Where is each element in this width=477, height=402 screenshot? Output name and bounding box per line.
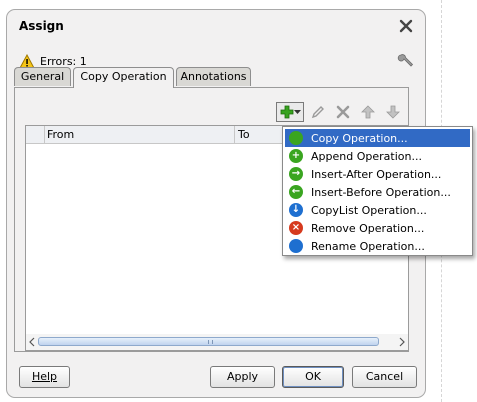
column-from[interactable]: From bbox=[47, 128, 74, 141]
help-button-label: Help bbox=[31, 370, 58, 383]
column-to[interactable]: To bbox=[238, 128, 250, 141]
apply-button-label: Apply bbox=[226, 370, 259, 383]
tab-copy-operation[interactable]: Copy Operation bbox=[73, 67, 174, 88]
x-circle-icon: × bbox=[289, 221, 303, 235]
arrow-left-circle-icon: ← bbox=[289, 185, 303, 199]
green-plus-icon bbox=[280, 105, 293, 119]
menu-item-rename-operation[interactable]: Rename Operation... bbox=[285, 237, 470, 255]
chevron-down-icon bbox=[293, 109, 301, 114]
scrollbar-thumb[interactable] bbox=[38, 337, 379, 346]
menu-item-remove-operation[interactable]: × Remove Operation... bbox=[285, 219, 470, 237]
menu-item-insert-before-operation[interactable]: ← Insert-Before Operation... bbox=[285, 183, 470, 201]
wrench-icon[interactable] bbox=[397, 52, 415, 70]
add-operation-button[interactable] bbox=[276, 102, 304, 122]
menu-item-label: Append Operation... bbox=[311, 149, 422, 163]
menu-item-label: Copy Operation... bbox=[311, 131, 408, 145]
edit-button[interactable] bbox=[307, 102, 329, 122]
menu-item-label: Remove Operation... bbox=[311, 221, 425, 235]
close-icon[interactable] bbox=[398, 18, 414, 34]
add-operation-menu: Copy Operation... + Append Operation... … bbox=[282, 126, 473, 256]
operations-toolbar bbox=[276, 101, 407, 123]
move-up-button[interactable] bbox=[357, 102, 379, 122]
cancel-button-label: Cancel bbox=[365, 370, 404, 383]
scroll-right-icon[interactable] bbox=[397, 337, 407, 347]
menu-item-append-operation[interactable]: + Append Operation... bbox=[285, 147, 470, 165]
column-separator bbox=[234, 126, 235, 143]
tab-annotations[interactable]: Annotations bbox=[176, 67, 251, 86]
column-separator bbox=[44, 126, 45, 143]
menu-item-label: Insert-Before Operation... bbox=[311, 185, 451, 199]
tab-copy-operation-label: Copy Operation bbox=[80, 70, 167, 83]
cancel-button[interactable]: Cancel bbox=[352, 366, 417, 388]
tab-general[interactable]: General bbox=[14, 67, 71, 86]
arrow-right-circle-icon: → bbox=[289, 167, 303, 181]
move-down-button[interactable] bbox=[382, 102, 404, 122]
tab-annotations-label: Annotations bbox=[180, 70, 247, 83]
green-circle-icon bbox=[289, 131, 303, 145]
menu-item-label: Insert-After Operation... bbox=[311, 167, 442, 181]
help-button[interactable]: Help bbox=[19, 366, 70, 388]
tab-general-label: General bbox=[20, 70, 65, 83]
ok-button[interactable]: OK bbox=[282, 366, 344, 388]
blue-circle-icon bbox=[289, 239, 303, 253]
menu-item-copylist-operation[interactable]: ↓ CopyList Operation... bbox=[285, 201, 470, 219]
apply-button[interactable]: Apply bbox=[210, 366, 275, 388]
x-icon bbox=[336, 105, 350, 119]
scroll-left-icon[interactable] bbox=[27, 337, 37, 347]
delete-button[interactable] bbox=[332, 102, 354, 122]
arrow-down-circle-icon: ↓ bbox=[289, 203, 303, 217]
menu-item-insert-after-operation[interactable]: → Insert-After Operation... bbox=[285, 165, 470, 183]
ok-button-label: OK bbox=[305, 370, 321, 383]
scrollbar-grip bbox=[208, 340, 213, 344]
menu-item-label: Rename Operation... bbox=[311, 239, 425, 253]
plus-circle-icon: + bbox=[289, 149, 303, 163]
arrow-up-icon bbox=[361, 105, 375, 119]
dialog-title: Assign bbox=[19, 19, 64, 33]
arrow-down-icon bbox=[386, 105, 400, 119]
horizontal-scrollbar[interactable] bbox=[26, 334, 408, 350]
menu-item-copy-operation[interactable]: Copy Operation... bbox=[285, 129, 470, 147]
menu-item-label: CopyList Operation... bbox=[311, 203, 427, 217]
pencil-icon bbox=[311, 106, 324, 119]
